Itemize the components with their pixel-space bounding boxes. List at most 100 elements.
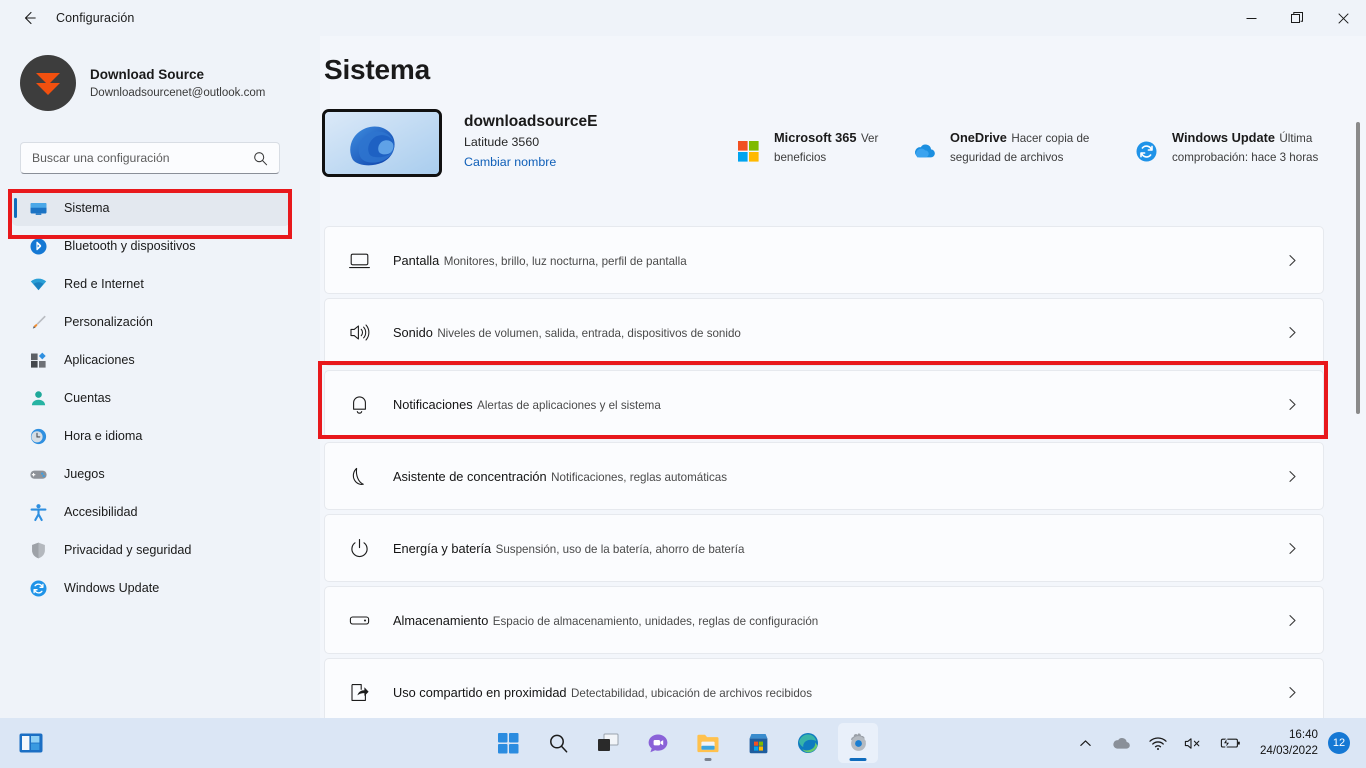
sidebar-item-windows-update[interactable]: Windows Update xyxy=(12,570,290,606)
taskbar-file-explorer-button[interactable] xyxy=(688,723,728,763)
quick-link-text: Windows Update Última comprobación: hace… xyxy=(1172,128,1334,166)
quick-link-microsoft-365[interactable]: Microsoft 365 Ver beneficios xyxy=(736,128,912,166)
taskbar-apps xyxy=(488,723,878,763)
gamepad-icon xyxy=(28,464,48,484)
card-subtitle: Alertas de aplicaciones y el sistema xyxy=(477,398,661,412)
card-asistente-de-concentracion[interactable]: Asistente de concentración Notificacione… xyxy=(324,442,1324,510)
quick-link-text: Microsoft 365 Ver beneficios xyxy=(774,128,912,166)
sidebar-item-label: Aplicaciones xyxy=(64,353,135,367)
card-energia-y-bateria[interactable]: Energía y batería Suspensión, uso de la … xyxy=(324,514,1324,582)
widgets-icon[interactable] xyxy=(18,730,44,756)
search-input[interactable]: Buscar una configuración xyxy=(32,151,253,165)
volume-muted-icon[interactable] xyxy=(1181,723,1207,763)
close-button[interactable] xyxy=(1320,0,1366,36)
scrollbar-thumb[interactable] xyxy=(1356,122,1360,414)
sidebar-item-bluetooth[interactable]: Bluetooth y dispositivos xyxy=(12,228,290,264)
microsoft-store-icon xyxy=(749,733,767,753)
sidebar-item-label: Personalización xyxy=(64,315,153,329)
rename-device-link[interactable]: Cambiar nombre xyxy=(464,153,556,172)
power-icon xyxy=(347,536,371,560)
card-subtitle: Espacio de almacenamiento, unidades, reg… xyxy=(492,614,819,628)
storage-icon xyxy=(347,608,371,632)
taskbar: 16:40 24/03/2022 12 xyxy=(0,718,1366,768)
taskbar-task-view-button[interactable] xyxy=(588,723,628,763)
close-icon xyxy=(1337,12,1349,24)
taskbar-chat-button[interactable] xyxy=(638,723,678,763)
bluetooth-icon xyxy=(28,236,48,256)
start-icon xyxy=(497,732,518,753)
chevron-up-icon[interactable] xyxy=(1073,723,1099,763)
monitor-icon xyxy=(28,198,48,218)
page-title: Sistema xyxy=(324,54,430,85)
chat-icon xyxy=(648,734,668,752)
window-title: Configuración xyxy=(56,11,135,25)
maximize-button[interactable] xyxy=(1274,0,1320,36)
update-icon xyxy=(28,578,48,598)
card-sonido[interactable]: Sonido Niveles de volumen, salida, entra… xyxy=(324,298,1324,366)
battery-charging-icon[interactable] xyxy=(1217,723,1243,763)
main-scrollbar[interactable] xyxy=(1356,122,1360,718)
settings-icon xyxy=(850,732,866,751)
back-button[interactable] xyxy=(12,3,46,33)
quick-link-title: OneDrive xyxy=(950,130,1007,145)
taskbar-clock[interactable]: 16:40 24/03/2022 xyxy=(1260,727,1318,759)
bell-icon xyxy=(347,392,371,416)
card-text: Almacenamiento Espacio de almacenamiento… xyxy=(393,611,1286,630)
card-title: Asistente de concentración xyxy=(393,468,547,484)
taskbar-search-button[interactable] xyxy=(538,723,578,763)
taskbar-microsoft-store-button[interactable] xyxy=(738,723,778,763)
sidebar-item-cuentas[interactable]: Cuentas xyxy=(12,380,290,416)
sidebar-item-hora-e-idioma[interactable]: Hora e idioma xyxy=(12,418,290,454)
card-text: Sonido Niveles de volumen, salida, entra… xyxy=(393,323,1286,342)
device-name: downloadsourceE xyxy=(464,113,598,130)
paintbrush-icon xyxy=(28,312,48,332)
card-subtitle: Detectabilidad, ubicación de archivos re… xyxy=(571,686,813,700)
wifi-icon xyxy=(28,274,48,294)
account-email: Downloadsourcenet@outlook.com xyxy=(90,86,266,99)
sidebar-item-red-e-internet[interactable]: Red e Internet xyxy=(12,266,290,302)
account-card[interactable]: Download Source Downloadsourcenet@outloo… xyxy=(20,55,320,111)
cloud-icon[interactable] xyxy=(1109,723,1135,763)
card-pantalla[interactable]: Pantalla Monitores, brillo, luz nocturna… xyxy=(324,226,1324,294)
sidebar-item-personalizacion[interactable]: Personalización xyxy=(12,304,290,340)
minimize-icon xyxy=(1246,17,1256,19)
sidebar-item-label: Sistema xyxy=(64,201,110,215)
minimize-button[interactable] xyxy=(1228,0,1274,36)
download-source-logo xyxy=(36,73,60,95)
taskbar-edge-button[interactable] xyxy=(788,723,828,763)
windows-11-bloom-wallpaper xyxy=(322,109,442,177)
quick-link-onedrive[interactable]: OneDrive Hacer copia de seguridad de arc… xyxy=(912,128,1134,166)
sidebar-item-label: Accesibilidad xyxy=(64,505,138,519)
onedrive-icon xyxy=(912,139,936,163)
taskbar-settings-button[interactable] xyxy=(838,723,878,763)
quick-links: Microsoft 365 Ver beneficios OneDrive Ha… xyxy=(736,128,1334,166)
clock-icon xyxy=(28,426,48,446)
task-view-icon xyxy=(598,733,619,751)
card-uso-compartido-en-proximidad[interactable]: Uso compartido en proximidad Detectabili… xyxy=(324,658,1324,718)
notification-badge[interactable]: 12 xyxy=(1328,732,1350,754)
sidebar-item-aplicaciones[interactable]: Aplicaciones xyxy=(12,342,290,378)
sidebar-item-label: Bluetooth y dispositivos xyxy=(64,239,196,253)
clock-date: 24/03/2022 xyxy=(1259,744,1318,757)
search-box[interactable]: Buscar una configuración xyxy=(20,142,280,174)
sidebar-item-accesibilidad[interactable]: Accesibilidad xyxy=(12,494,290,530)
window-titlebar: Configuración xyxy=(0,0,1366,36)
sidebar-item-juegos[interactable]: Juegos xyxy=(12,456,290,492)
card-text: Pantalla Monitores, brillo, luz nocturna… xyxy=(393,251,1286,270)
card-notificaciones[interactable]: Notificaciones Alertas de aplicaciones y… xyxy=(324,370,1324,438)
card-almacenamiento[interactable]: Almacenamiento Espacio de almacenamiento… xyxy=(324,586,1324,654)
sidebar-item-privacidad-y-seguridad[interactable]: Privacidad y seguridad xyxy=(12,532,290,568)
chevron-right-icon xyxy=(1286,254,1299,267)
wifi-icon[interactable] xyxy=(1145,723,1171,763)
search-icon xyxy=(549,734,567,753)
card-text: Uso compartido en proximidad Detectabili… xyxy=(393,683,1286,702)
card-title: Almacenamiento xyxy=(393,612,489,628)
maximize-icon xyxy=(1291,12,1303,23)
sidebar-item-sistema[interactable]: Sistema xyxy=(12,190,290,226)
clock-time: 16:40 xyxy=(1288,728,1318,741)
chevron-right-icon xyxy=(1286,398,1299,411)
quick-link-windows-update[interactable]: Windows Update Última comprobación: hace… xyxy=(1134,128,1334,166)
settings-card-list: Pantalla Monitores, brillo, luz nocturna… xyxy=(324,226,1324,718)
sidebar-item-label: Red e Internet xyxy=(64,277,144,291)
taskbar-start-button[interactable] xyxy=(488,723,528,763)
